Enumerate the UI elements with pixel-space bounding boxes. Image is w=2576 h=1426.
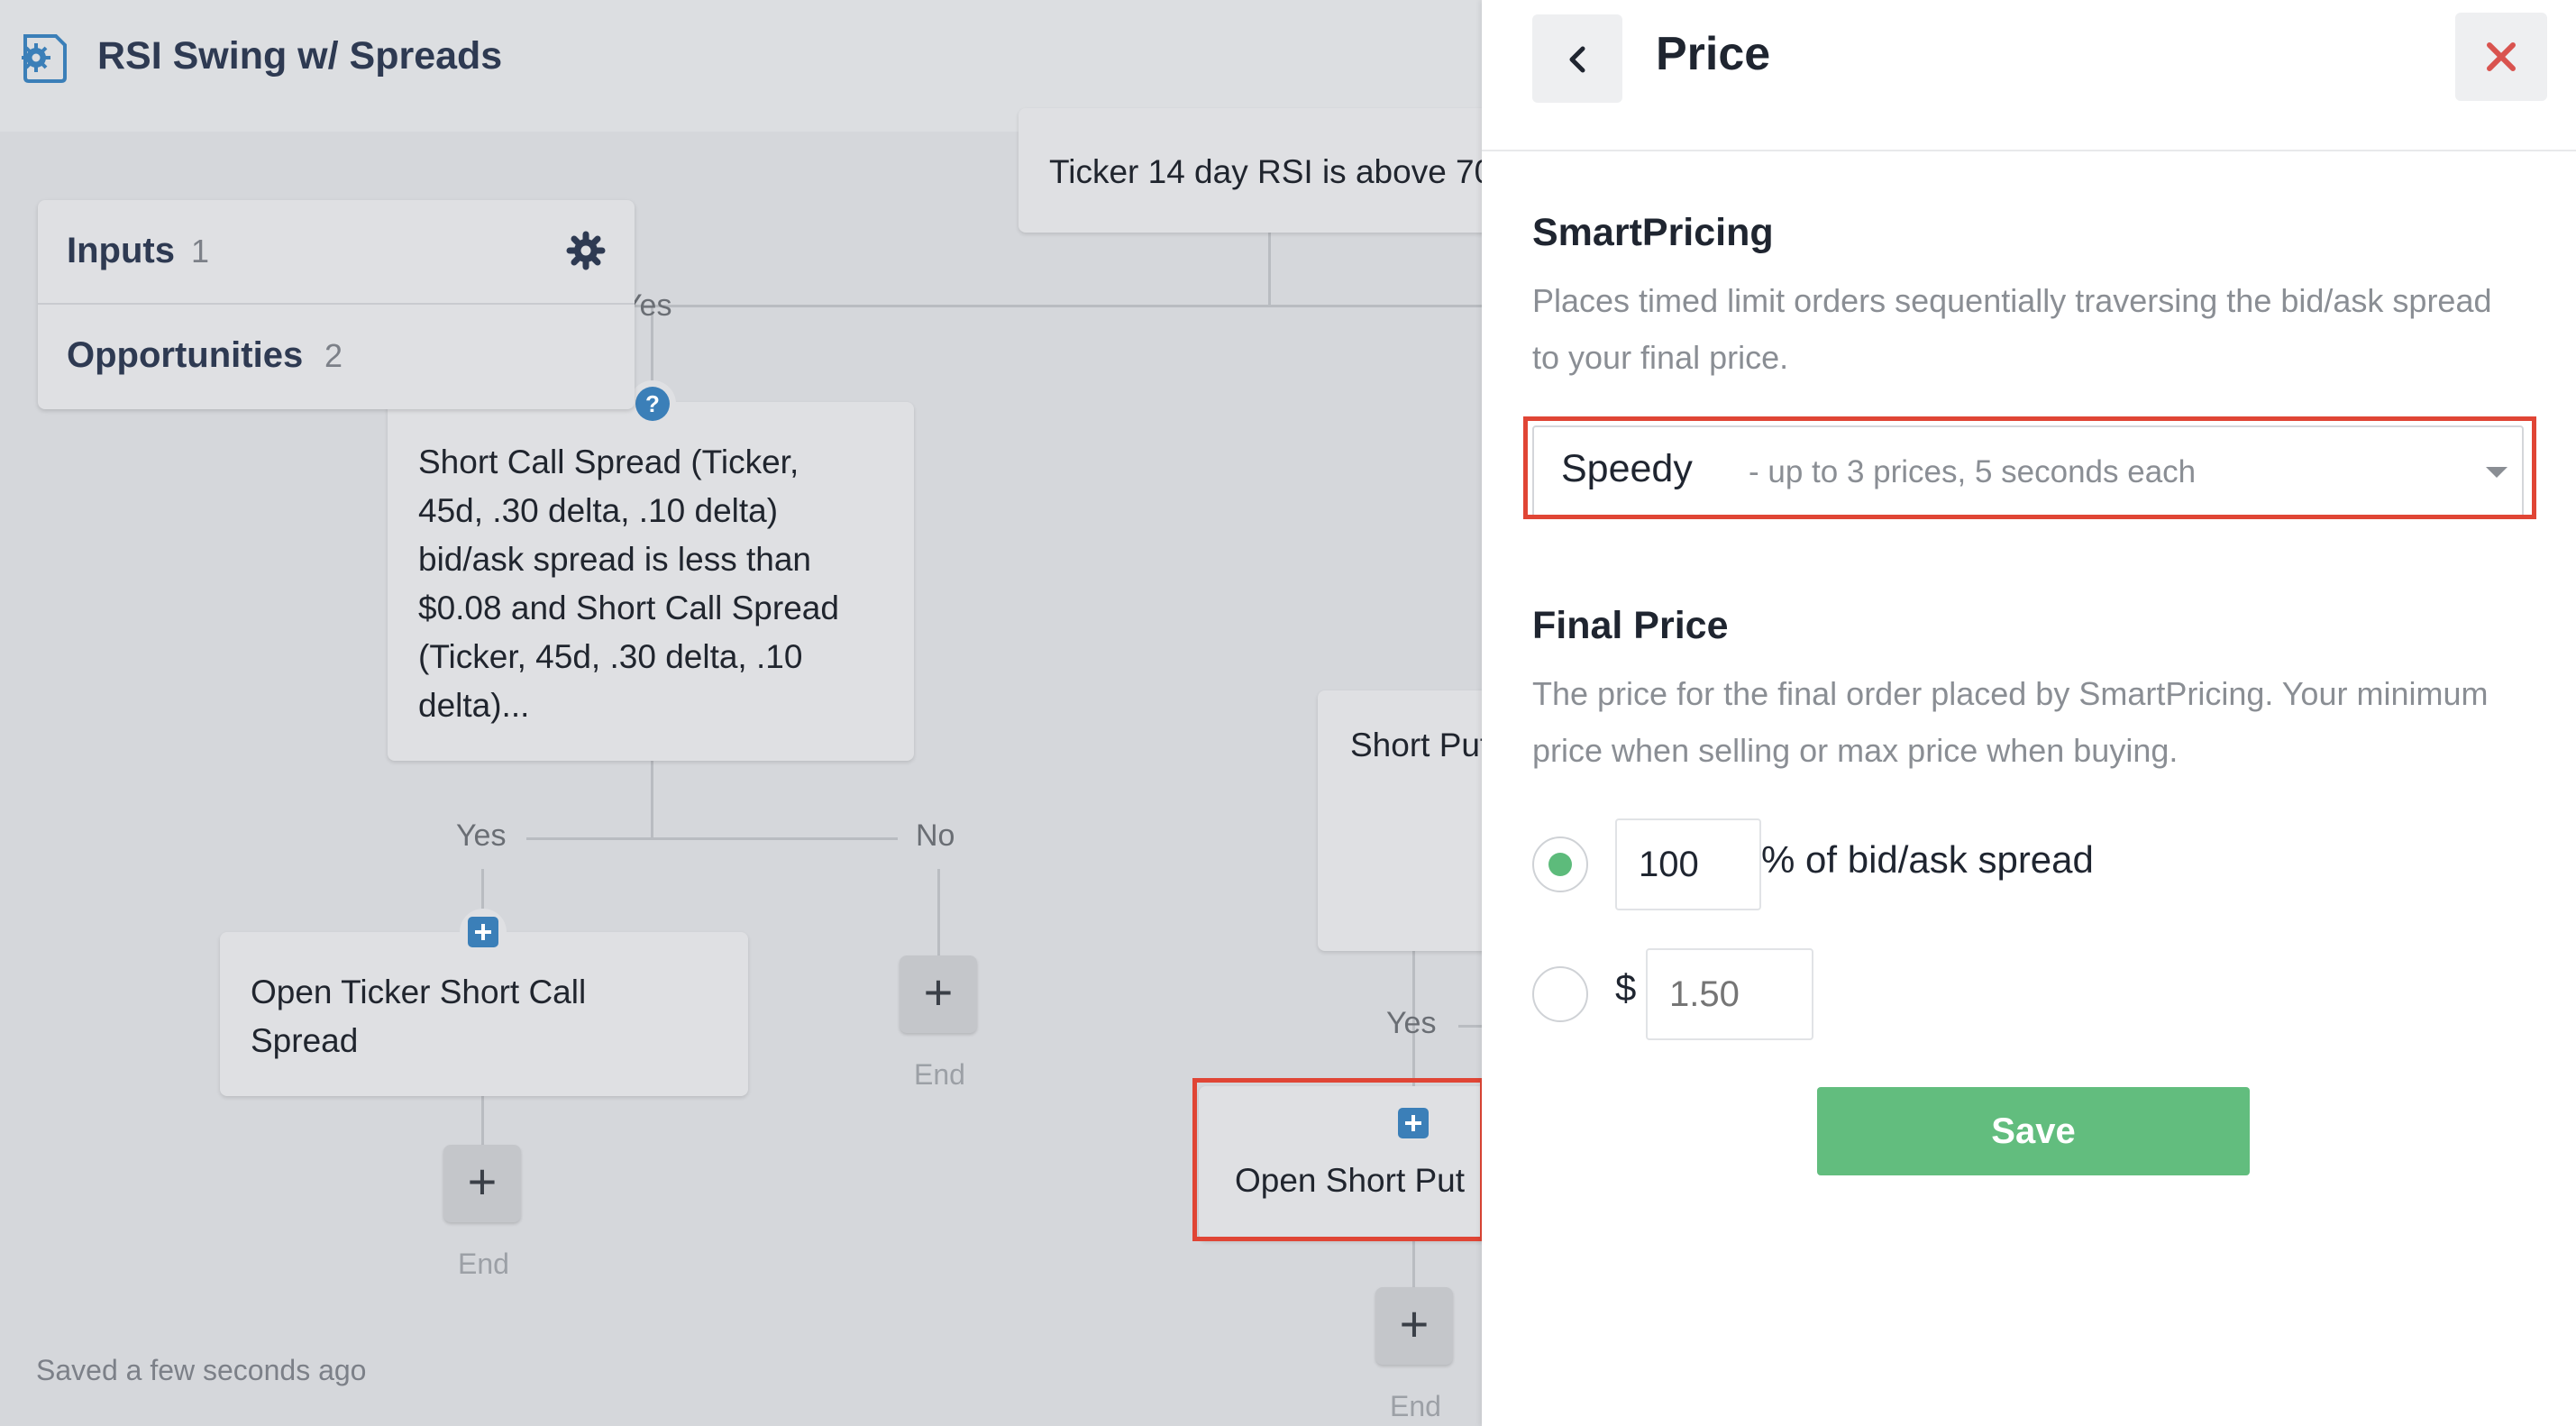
strategy-info-panel: Inputs 1 Opportunities 2 <box>38 200 635 409</box>
app-flow-icon <box>22 34 67 83</box>
strategy-title: RSI Swing w/ Spreads <box>97 34 503 78</box>
gear-settings-icon[interactable] <box>566 231 606 270</box>
condition-text: Short Call Spread (Ticker, 45d, .30 delt… <box>418 443 839 724</box>
end-label: End <box>458 1248 509 1280</box>
branch-label-yes: Yes <box>1386 1006 1437 1040</box>
smartpricing-description: Places timed limit orders sequentially t… <box>1532 282 2492 376</box>
opportunities-label[interactable]: Opportunities <box>67 335 303 376</box>
divider <box>38 303 635 305</box>
plus-icon: + <box>467 1153 498 1210</box>
add-step-button[interactable]: + <box>900 955 977 1033</box>
plus-icon: + <box>1399 1295 1430 1352</box>
back-button[interactable] <box>1532 14 1622 103</box>
back-chevron-icon <box>1569 46 1585 73</box>
action-text: Open Ticker Short Call Spread <box>251 974 587 1059</box>
opportunities-count: 2 <box>324 337 343 374</box>
percent-label: % of bid/ask spread <box>1761 838 2094 881</box>
plus-icon: + <box>923 964 954 1020</box>
highlight-box <box>1192 1078 1482 1241</box>
final-price-description: The price for the final order placed by … <box>1532 675 2489 769</box>
branch-label-no: No <box>916 818 955 853</box>
connector-line <box>1412 1240 1415 1289</box>
end-label: End <box>914 1058 965 1091</box>
condition-node-put-spread[interactable]: Short Put Spread (Ticker, -.30 delta, -.… <box>1318 690 1482 951</box>
highlight-box <box>1523 416 2536 519</box>
radio-selected-dot <box>1548 853 1572 876</box>
inputs-count: 1 <box>191 233 210 270</box>
connector-line <box>631 305 1482 307</box>
inputs-label[interactable]: Inputs <box>67 231 175 271</box>
close-x-icon <box>2487 42 2516 71</box>
condition-text: Short Put Spread (Ticker, -.30 delta, -.… <box>1350 727 1482 763</box>
price-settings-panel: Price SmartPricing Places timed limit or… <box>1482 0 2576 1426</box>
action-node-open-call-spread[interactable]: Open Ticker Short Call Spread <box>220 932 748 1096</box>
dollar-symbol: $ <box>1615 966 1637 1009</box>
question-icon[interactable]: ? <box>634 385 671 423</box>
plus-square-icon[interactable] <box>468 917 498 947</box>
final-price-title: Final Price <box>1532 604 1729 647</box>
condition-node-rsi[interactable]: Ticker 14 day RSI is above 70 <box>1019 108 1482 233</box>
connector-line <box>651 761 653 838</box>
add-step-button[interactable]: + <box>1375 1287 1453 1365</box>
percent-input[interactable] <box>1615 818 1761 910</box>
connector-line <box>526 837 898 840</box>
dollar-price-input[interactable] <box>1646 948 1813 1040</box>
connector-line <box>481 1096 484 1145</box>
save-status: Saved a few seconds ago <box>36 1354 367 1386</box>
branch-label-yes: Yes <box>456 818 507 853</box>
panel-header: Price <box>1482 0 2576 151</box>
connector-line <box>1268 233 1271 305</box>
dollar-radio[interactable] <box>1532 966 1588 1022</box>
add-step-button[interactable]: + <box>443 1145 521 1222</box>
smartpricing-title: SmartPricing <box>1532 211 1774 254</box>
panel-title: Price <box>1656 28 1771 80</box>
svg-text:?: ? <box>645 390 660 417</box>
automation-canvas[interactable]: RSI Swing w/ Spreads Ticker 14 day RSI i… <box>0 0 1482 1426</box>
end-label: End <box>1390 1390 1441 1422</box>
condition-text: Ticker 14 day RSI is above 70 <box>1049 153 1482 190</box>
connector-line <box>1458 1025 1482 1028</box>
percent-radio[interactable] <box>1532 836 1588 892</box>
close-button[interactable] <box>2455 13 2547 101</box>
save-button[interactable]: Save <box>1817 1087 2250 1175</box>
condition-node-call-spread[interactable]: Short Call Spread (Ticker, 45d, .30 delt… <box>388 402 914 761</box>
connector-line <box>937 869 940 959</box>
